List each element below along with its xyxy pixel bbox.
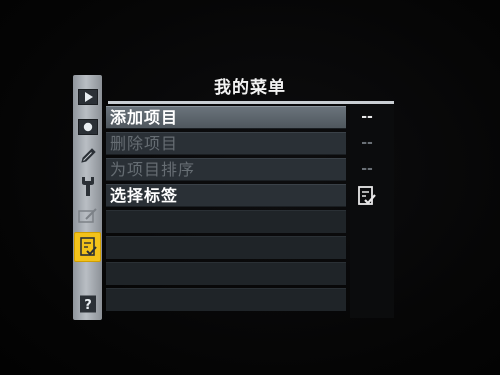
menu-title: 我的菜单 [214, 78, 286, 98]
menu-item-value: -- [361, 109, 373, 125]
empty-menu-row [106, 210, 346, 233]
camera-menu-screen: ? 我的菜单 添加项目 -- 删除项目 -- 为项目排序 -- 选择标签 [0, 0, 500, 375]
menu-item-label: 添加项目 [110, 108, 179, 127]
my-menu-tab-icon [352, 184, 382, 207]
menu-item-label: 选择标签 [110, 186, 179, 205]
svg-text:?: ? [84, 298, 92, 313]
my-menu-icon[interactable] [74, 232, 101, 262]
retouch-menu-icon[interactable] [77, 205, 98, 226]
menu-item-choose-tab[interactable]: 选择标签 [106, 184, 346, 207]
menu-item-value: -- [361, 161, 373, 177]
empty-menu-row [106, 236, 346, 259]
help-icon[interactable]: ? [77, 293, 98, 314]
menu-item-add-items[interactable]: 添加项目 [106, 106, 346, 129]
menu-item-label: 为项目排序 [110, 160, 196, 179]
empty-menu-row [106, 262, 346, 285]
title-divider [108, 101, 394, 104]
menu-item-value: -- [361, 135, 373, 151]
playback-menu-icon[interactable] [77, 86, 98, 107]
menu-tab-strip: ? [73, 75, 102, 320]
menu-item-remove-items[interactable]: 删除项目 [106, 132, 346, 155]
shooting-menu-icon[interactable] [77, 116, 98, 137]
menu-item-rank-items[interactable]: 为项目排序 [106, 158, 346, 181]
empty-menu-row [106, 288, 346, 311]
setup-menu-icon[interactable] [77, 175, 98, 196]
custom-settings-icon[interactable] [77, 145, 98, 166]
menu-item-label: 删除项目 [110, 134, 179, 153]
